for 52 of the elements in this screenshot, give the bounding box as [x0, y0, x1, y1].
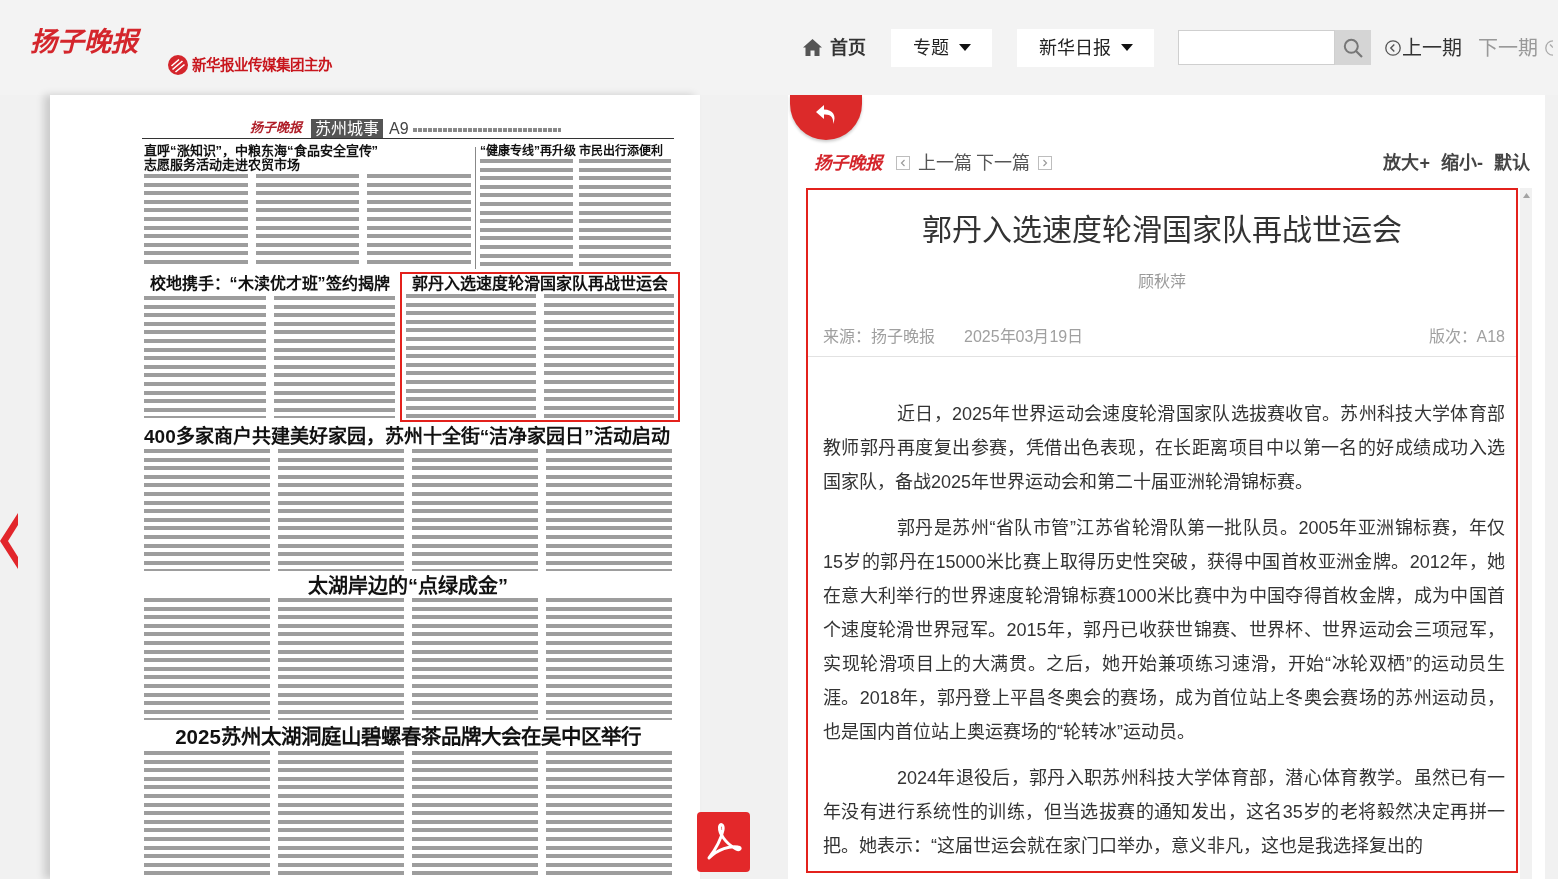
- article-source: 来源：扬子晚报: [823, 327, 935, 347]
- home-icon: [803, 39, 822, 56]
- search-field[interactable]: [1178, 30, 1335, 65]
- prev-article-link[interactable]: 上一篇: [896, 152, 972, 174]
- prev-issue-link[interactable]: 上一期: [1385, 34, 1462, 61]
- article-title: 郭丹入选速度轮滑国家队再战世运会: [922, 212, 1402, 248]
- prev-page-arrow-icon[interactable]: [0, 513, 18, 569]
- article-headline: 2025苏州太湖洞庭山碧螺春茶品牌大会在吴中区举行: [175, 726, 641, 748]
- article-headline: 郭丹入选速度轮滑国家队再战世运会: [412, 275, 668, 293]
- circle-arrow-icon: [1543, 39, 1553, 56]
- article-headline: “健康专线”再升级 市民出行添便利: [480, 144, 664, 158]
- section-label: 苏州城事: [311, 119, 383, 138]
- article-headline: 直呼“涨知识”，中粮东海“食品安全宣传”: [144, 144, 378, 158]
- right-chevron-icon: [1038, 156, 1052, 170]
- zoom-in-button[interactable]: 放大+: [1383, 152, 1430, 174]
- back-button[interactable]: [790, 95, 862, 140]
- article-area[interactable]: 校地携手：“木渎优才班”签约揭牌: [142, 272, 397, 422]
- article-paragraph: 2024年退役后，郭丹入职苏州科技大学体育部，潜心体育教学。虽然已有一年没有进行系统性的训练，但当选拔赛的通知发出，这名35岁的老将毅然决定再拼一把。她表示：“这届世运会就在家门口举办，意义非凡，这也是我选择复出的: [823, 767, 1505, 858]
- scrollbar[interactable]: [1520, 188, 1532, 879]
- article-date: 2025年03月19日: [964, 327, 1084, 347]
- dropdown-menu[interactable]: 新华日报: [1017, 28, 1154, 67]
- zoom-out-button[interactable]: 缩小-: [1441, 152, 1483, 174]
- search-icon: [1343, 37, 1363, 58]
- article-paragraph: 郭丹是苏州“省队市管”江苏省轮滑队第一批队员。2005年亚洲锦标赛，年仅15岁的郭丹在15000米比赛上取得历史性突破，获得中国首枚亚洲金牌。2012年，她在意大利举行的世界速度轮滑锦标赛1000米比赛中为中国夺得首枚金牌，成为中国首个速度轮滑世界冠军。2015年，郭丹已收获世锦赛、世界杯、世界运动会三项冠军，实现轮滑项目上的大满贯。之后，她开始兼项练习速滑，开始“冰轮双栖”的运动员生涯。2018年，郭丹登上平昌冬奥会的赛场，成为首位站上冬奥会赛场的苏州运动员，也是国内首位站上奥运赛场的“轮转冰”运动员。: [823, 517, 1505, 744]
- publisher-logo-icon: [168, 55, 188, 75]
- left-chevron-icon: [896, 156, 910, 170]
- article-page: 版次：A18: [1428, 327, 1505, 347]
- caret-icon: [1120, 44, 1133, 51]
- article-area[interactable]: 2025苏州太湖洞庭山碧螺春茶品牌大会在吴中区举行: [142, 724, 674, 879]
- article-area[interactable]: “健康专线”再升级 市民出行添便利: [478, 139, 673, 272]
- dropdown-menu[interactable]: 专题: [891, 28, 992, 67]
- article-area[interactable]: 直呼“涨知识”，中粮东海“食品安全宣传” 志愿服务活动走进农贸市场: [142, 139, 473, 272]
- article-headline: 志愿服务活动走进农贸市场: [144, 158, 300, 172]
- article-area[interactable]: 郭丹入选速度轮滑国家队再战世运会: [400, 272, 680, 422]
- article-headline: 400多家商户共建美好家园，苏州十全街“洁净家园日”活动启动: [144, 426, 670, 448]
- article-area[interactable]: 太湖岸边的“点绿成金”: [142, 574, 674, 724]
- caret-icon: [958, 44, 971, 51]
- article-paragraph: 近日，2025年世界运动会速度轮滑国家队选拔赛收官。苏州科技大学体育部教师郭丹再度复出参赛，凭借出色表现，在长距离项目中以第一名的好成绩成功入选国家队，备战2025年世界运动会和第二十届亚洲轮滑锦标赛。: [823, 403, 1505, 494]
- page-number: A9: [389, 120, 409, 138]
- home-link[interactable]: 首页: [803, 35, 866, 60]
- next-article-link[interactable]: 下一篇: [976, 152, 1052, 174]
- article-headline: 太湖岸边的“点绿成金”: [308, 576, 508, 596]
- search-button[interactable]: [1335, 30, 1371, 65]
- publisher-text: 新华报业传媒集团主办: [192, 55, 332, 75]
- article-area[interactable]: 400多家商户共建美好家园，苏州十全街“洁净家园日”活动启动: [142, 424, 674, 574]
- back-arrow-icon: [814, 103, 838, 125]
- reset-size-button[interactable]: 默认: [1494, 152, 1530, 174]
- article-headline: 校地携手：“木渎优才班”签约揭牌: [149, 275, 390, 293]
- pdf-icon[interactable]: [697, 812, 750, 872]
- newspaper-logo: 扬子晚报: [250, 120, 302, 136]
- article-author: 顾秋萍: [1138, 272, 1186, 292]
- scroll-up-arrow-icon: [1522, 193, 1530, 198]
